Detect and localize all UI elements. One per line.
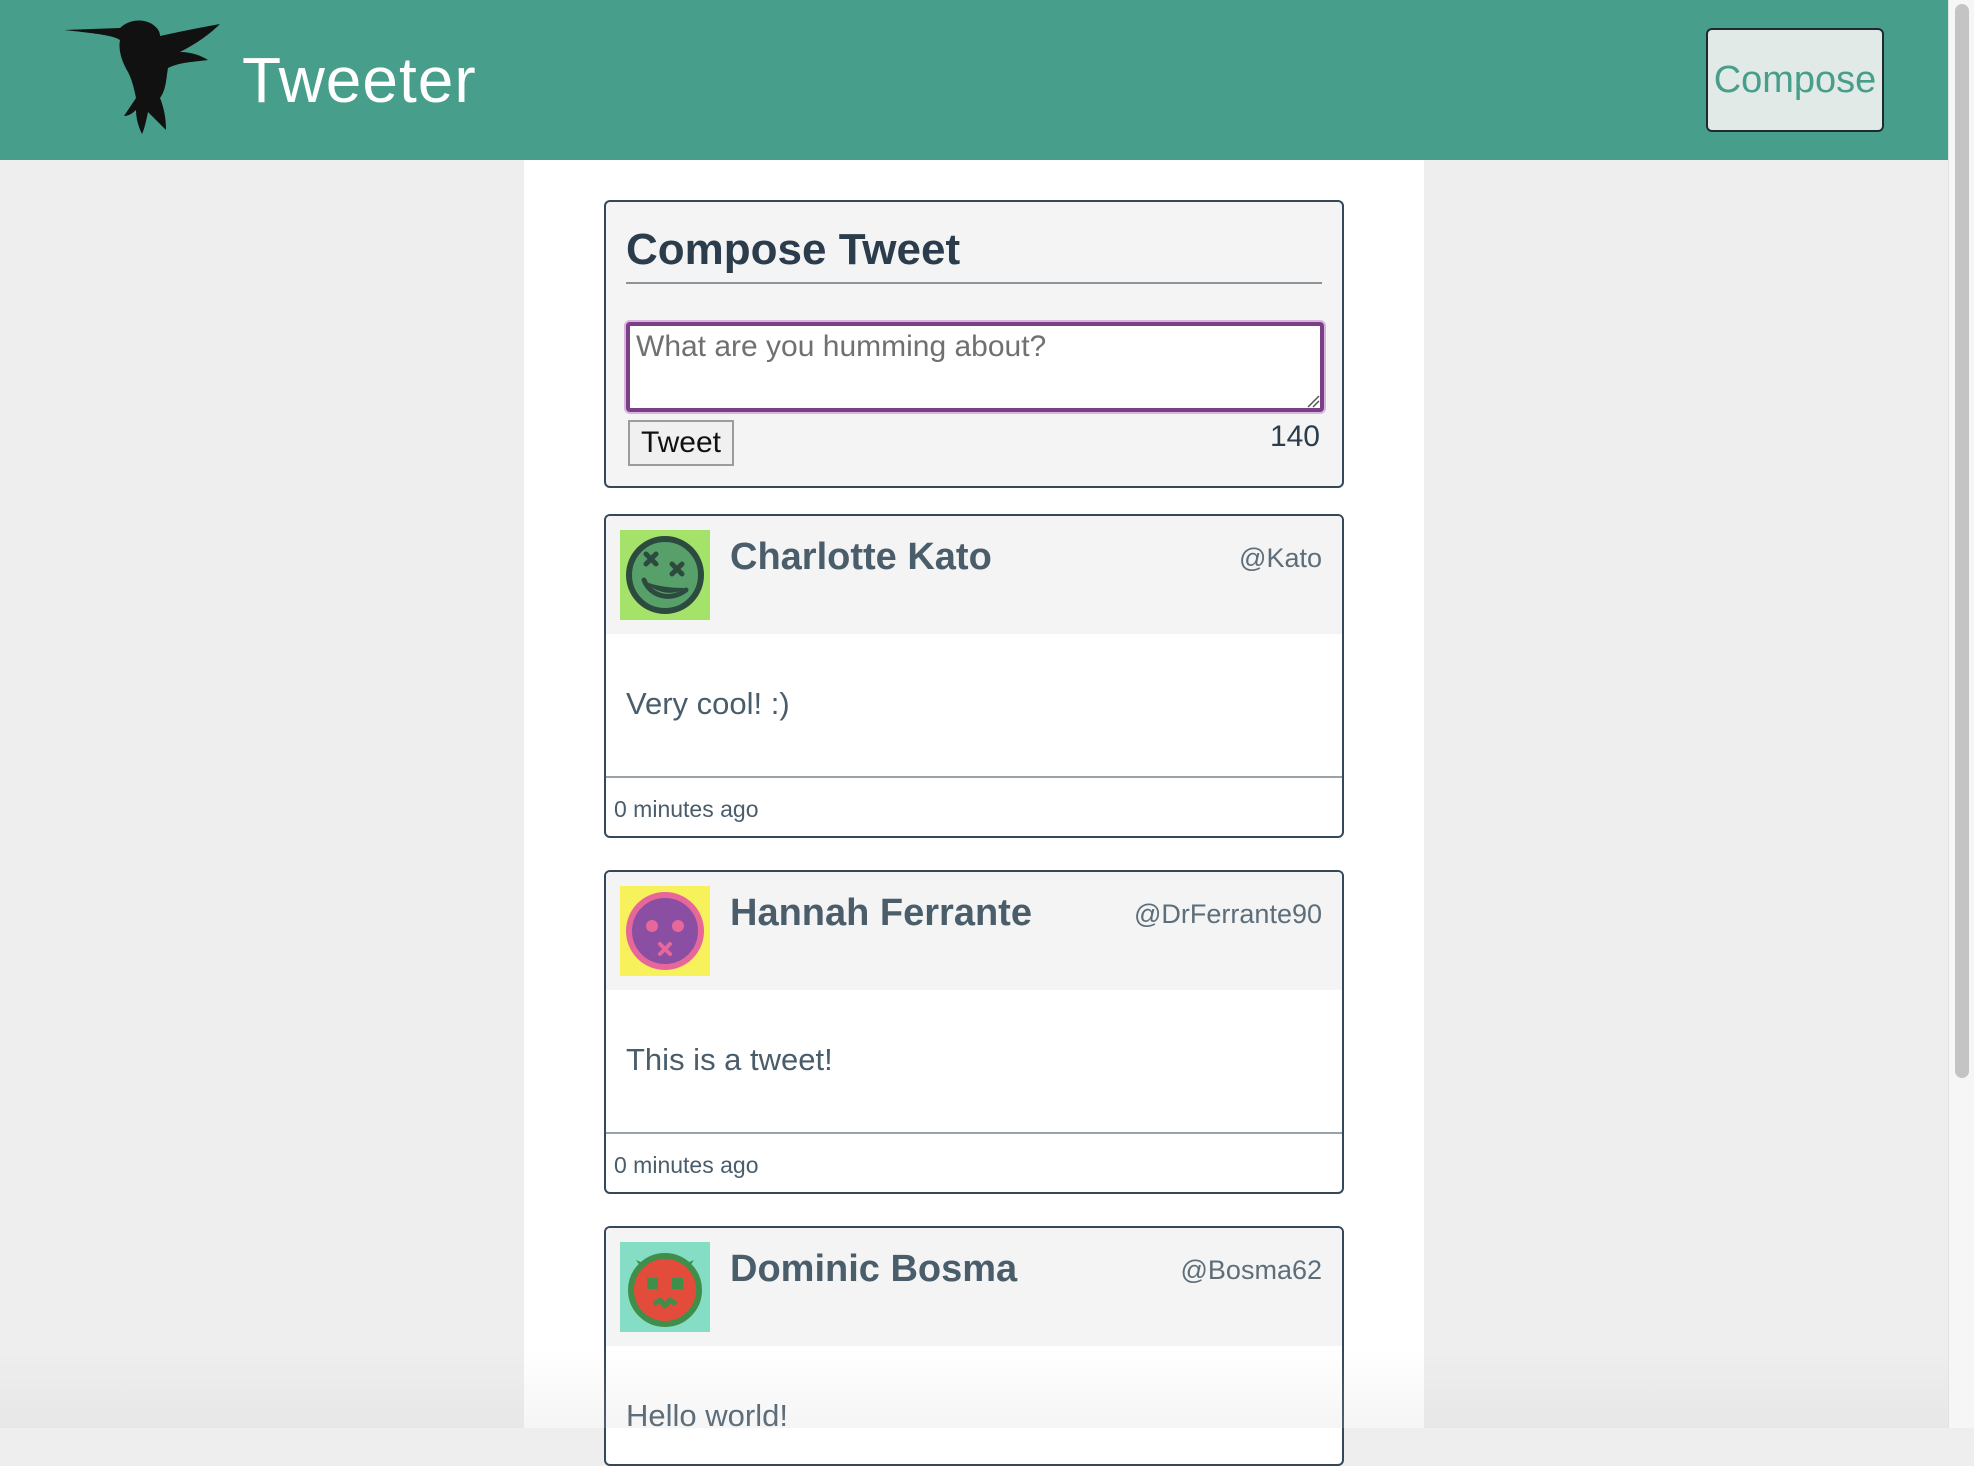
navbar: Tweeter Compose [0,0,1948,160]
tweet-author-handle: @Kato [1239,543,1322,573]
compose-title: Compose Tweet [626,222,1322,284]
resize-grip-icon[interactable] [1306,394,1320,408]
tweet-card: Charlotte Kato @Kato Very cool! :) 0 min… [604,514,1344,838]
scrollbar-thumb[interactable] [1955,4,1969,1078]
vertical-scrollbar[interactable] [1948,0,1974,1428]
tweet-footer: 0 minutes ago [606,776,1342,836]
purple-face-avatar-icon [620,886,710,976]
compose-tweet-panel: Compose Tweet Tweet 140 [604,200,1344,488]
tweet-header: Dominic Bosma @Bosma62 [606,1228,1342,1346]
tweet-author-name: Charlotte Kato [730,536,992,578]
dizzy-face-avatar-icon [620,530,710,620]
tweet-header: Charlotte Kato @Kato [606,516,1342,634]
tweet-text: This is a tweet! [626,1042,833,1077]
tweet-header: Hannah Ferrante @DrFerrante90 [606,872,1342,990]
tweet-textarea[interactable] [626,322,1324,412]
compose-nav-button[interactable]: Compose [1706,28,1884,132]
tweet-text: Hello world! [626,1398,788,1433]
tweet-submit-button[interactable]: Tweet [628,420,734,466]
tweet-author-handle: @DrFerrante90 [1134,899,1322,929]
tweet-author-name: Hannah Ferrante [730,892,1032,934]
tweet-text: Very cool! :) [626,686,790,721]
character-counter: 140 [1269,420,1320,453]
hummingbird-logo-icon[interactable] [62,18,224,134]
tweet-timestamp: 0 minutes ago [614,796,759,822]
tweet-card: Hannah Ferrante @DrFerrante90 This is a … [604,870,1344,1194]
tweet-footer: 0 minutes ago [606,1132,1342,1192]
tweet-author-handle: @Bosma62 [1180,1255,1322,1285]
tweet-timestamp: 0 minutes ago [614,1152,759,1178]
tweet-author-name: Dominic Bosma [730,1248,1018,1290]
brand-name[interactable]: Tweeter [242,40,477,120]
tweet-card: Dominic Bosma @Bosma62 Hello world! [604,1226,1344,1466]
red-monster-avatar-icon [620,1242,710,1332]
